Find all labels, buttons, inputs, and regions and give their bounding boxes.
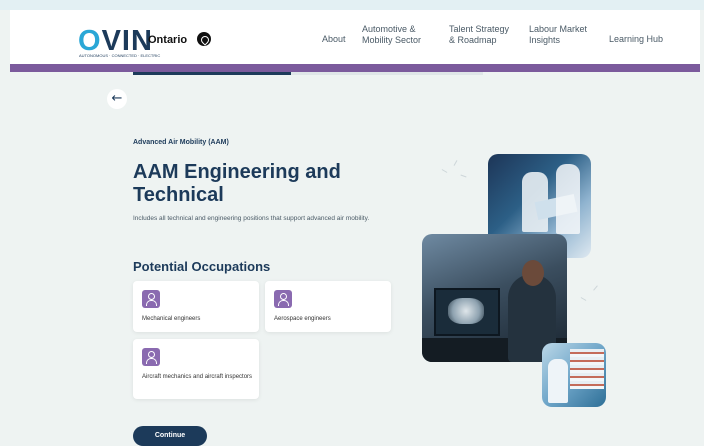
sparkle-decoration	[580, 297, 587, 301]
nav-learning-hub[interactable]: Learning Hub	[609, 34, 663, 45]
ovin-wordmark: OVIN	[78, 25, 153, 57]
occupation-card-aerospace-engineers[interactable]: Aerospace engineers	[265, 281, 391, 332]
back-arrow-icon[interactable]: ←	[107, 89, 127, 109]
sparkle-decoration	[441, 169, 448, 173]
person-icon	[274, 290, 292, 308]
occupation-card-aircraft-mechanics[interactable]: Aircraft mechanics and aircraft inspecto…	[133, 339, 259, 399]
top-strip	[0, 0, 704, 10]
nav-labour-market-insights[interactable]: Labour Market Insights	[529, 24, 589, 46]
occupation-card-mechanical-engineers[interactable]: Mechanical engineers	[133, 281, 259, 332]
ovin-logo[interactable]: OVIN AUTONOMOUS · CONNECTED · ELECTRIC	[78, 26, 160, 58]
progress-fill	[133, 72, 291, 75]
occupation-label: Aerospace engineers	[274, 316, 331, 322]
page-description: Includes all technical and engineering p…	[133, 215, 370, 222]
sparkle-decoration	[460, 174, 467, 178]
ovin-tagline: AUTONOMOUS · CONNECTED · ELECTRIC	[79, 53, 161, 58]
engineer-computer-photo	[422, 234, 567, 362]
nav-talent-strategy-roadmap[interactable]: Talent Strategy & Roadmap	[449, 24, 515, 46]
continue-button[interactable]: Continue	[133, 426, 207, 446]
nav-automotive-mobility-sector[interactable]: Automotive & Mobility Sector	[362, 24, 438, 46]
accent-bar	[10, 64, 700, 72]
ontario-logo-text[interactable]: Ontario	[148, 33, 187, 47]
category-eyebrow: Advanced Air Mobility (AAM)	[133, 139, 229, 146]
page-title: AAM Engineering and Technical	[133, 161, 341, 206]
occupation-label: Mechanical engineers	[142, 316, 201, 322]
occupations-heading: Potential Occupations	[133, 259, 271, 274]
sparkle-decoration	[593, 285, 598, 291]
trillium-icon	[197, 32, 211, 46]
occupation-label: Aircraft mechanics and aircraft inspecto…	[142, 374, 253, 380]
person-icon	[142, 348, 160, 366]
person-icon	[142, 290, 160, 308]
sparkle-decoration	[453, 160, 458, 166]
technician-wiring-photo	[542, 343, 606, 407]
nav-about[interactable]: About	[322, 34, 346, 45]
